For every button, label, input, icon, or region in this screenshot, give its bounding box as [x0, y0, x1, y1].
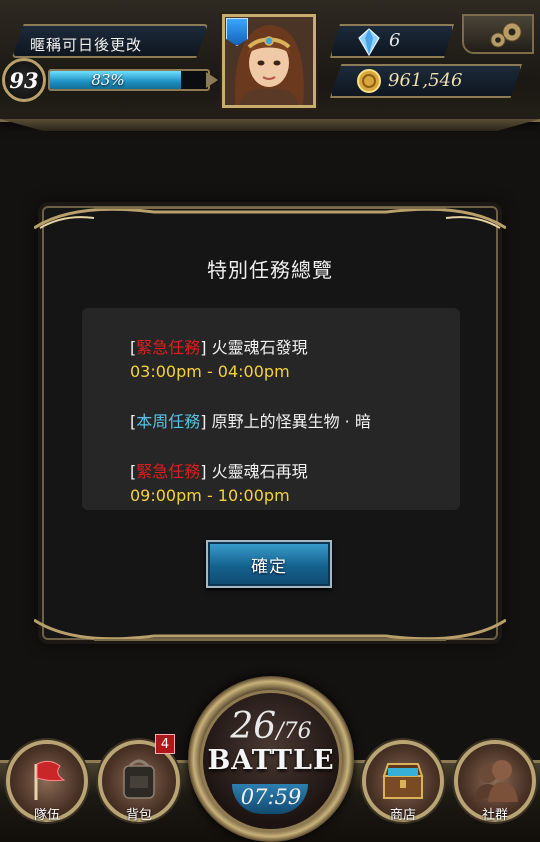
nav-bag-label: 背包 [125, 808, 152, 823]
nav-social-label: 社群 [481, 808, 508, 823]
mission-item: [緊急任務] 火靈魂石再現 09:00pm - 10:00pm [130, 460, 308, 508]
dialog-bottom-ornament [34, 618, 506, 641]
notification-badge: 4 [155, 734, 175, 754]
settings-button[interactable] [462, 14, 534, 54]
player-name: 暱稱可日後更改 [30, 36, 143, 54]
dialog-top-ornament [34, 207, 506, 230]
dialog-title: 特別任務總覽 [207, 258, 333, 282]
mission-tag: 緊急任務 [136, 338, 201, 357]
mission-name: 火靈魂石再現 [211, 462, 308, 481]
gold-amount: 961,546 [388, 70, 463, 91]
nav-team-label: 隊伍 [33, 808, 60, 823]
stamina-max: /76 [276, 719, 312, 744]
stamina-counter: 26/76 [198, 706, 344, 747]
mission-tag: 本周任務 [136, 412, 201, 431]
mission-item: [緊急任務] 火靈魂石發現 03:00pm - 04:00pm [130, 336, 308, 384]
stamina-current: 26 [230, 706, 277, 747]
coin-icon [357, 69, 381, 93]
level-badge: 93 [2, 58, 46, 102]
stamina-timer: 07:59 [240, 785, 302, 809]
mission-time: 03:00pm - 04:00pm [130, 362, 290, 381]
mission-name: 火靈魂石發現 [211, 338, 308, 357]
mission-time: 09:00pm - 10:00pm [130, 486, 290, 505]
exp-arrow-icon [206, 72, 218, 88]
confirm-button[interactable]: 確定 [206, 540, 332, 588]
diamond-icon [358, 28, 380, 56]
exp-percent: 83% [91, 71, 125, 89]
mission-item: [本周任務] 原野上的怪異生物 · 暗 [130, 412, 371, 431]
battle-label: BATTLE [207, 745, 335, 776]
mission-name: 原野上的怪異生物 · 暗 [211, 412, 371, 431]
nav-shop-label: 商店 [389, 808, 416, 823]
mission-tag: 緊急任務 [136, 462, 201, 481]
gear-icon [490, 22, 522, 48]
level-value: 93 [9, 67, 39, 93]
gem-count: 6 [389, 30, 401, 51]
